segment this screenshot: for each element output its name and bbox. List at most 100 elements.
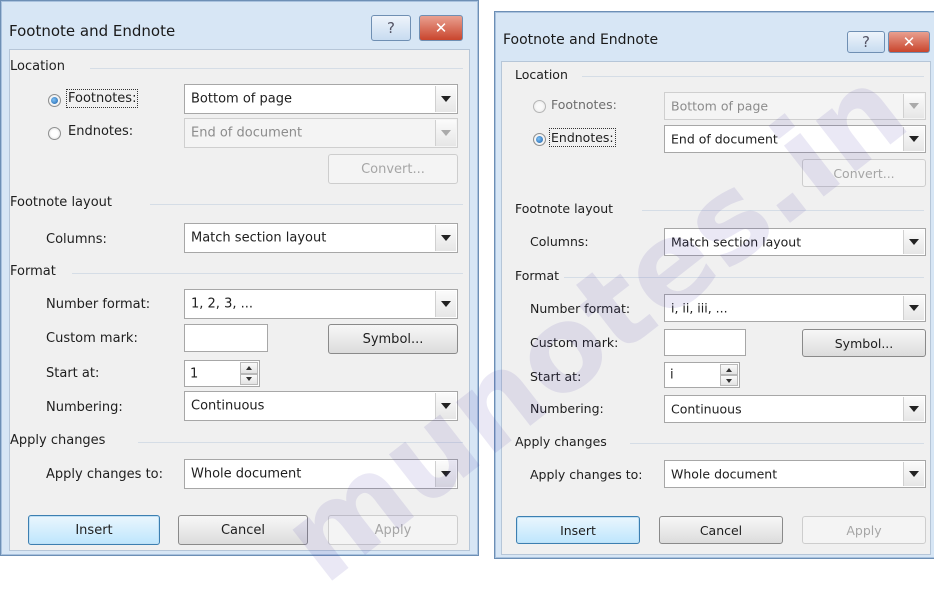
footnote-layout-group-label: Footnote layout xyxy=(515,201,614,216)
columns-label: Columns: xyxy=(530,234,589,249)
start-at-value: 1 xyxy=(190,366,199,381)
insert-button[interactable]: Insert xyxy=(516,516,640,544)
spin-down-icon[interactable] xyxy=(240,373,258,385)
group-divider xyxy=(150,204,463,205)
endnotes-radio[interactable] xyxy=(48,127,61,140)
custom-mark-label: Custom mark: xyxy=(530,335,619,350)
numbering-select[interactable]: Continuous xyxy=(664,395,926,423)
help-button[interactable]: ? xyxy=(371,15,411,41)
insert-button[interactable]: Insert xyxy=(28,515,160,545)
chevron-down-icon xyxy=(435,120,456,146)
spinner-buttons[interactable] xyxy=(240,362,258,385)
number-format-value: 1, 2, 3, ... xyxy=(191,296,254,312)
footnotes-position-select[interactable]: Bottom of page xyxy=(184,84,458,114)
symbol-button[interactable]: Symbol... xyxy=(328,324,458,354)
dialog-title: Footnote and Endnote xyxy=(9,22,176,40)
help-icon: ? xyxy=(387,19,395,37)
footnotes-position-value: Bottom of page xyxy=(671,98,769,114)
custom-mark-input[interactable] xyxy=(664,329,746,356)
insert-button-label: Insert xyxy=(560,522,596,538)
endnotes-position-value: End of document xyxy=(671,131,778,147)
apply-changes-to-select[interactable]: Whole document xyxy=(664,460,926,488)
symbol-button-label: Symbol... xyxy=(834,335,894,351)
number-format-select[interactable]: 1, 2, 3, ... xyxy=(184,289,458,319)
chevron-down-icon xyxy=(903,462,924,486)
spinner-buttons[interactable] xyxy=(720,364,738,386)
cancel-button-label: Cancel xyxy=(699,522,743,538)
group-divider xyxy=(630,443,924,444)
chevron-down-icon xyxy=(435,291,456,317)
endnotes-position-select[interactable]: End of document xyxy=(664,125,926,153)
location-group-label: Location xyxy=(515,67,568,82)
custom-mark-input[interactable] xyxy=(184,324,268,352)
chevron-down-icon xyxy=(903,94,924,118)
insert-button-label: Insert xyxy=(75,522,113,538)
footnotes-radio[interactable] xyxy=(533,100,546,113)
cancel-button-label: Cancel xyxy=(220,522,266,538)
footnotes-label: Footnotes: xyxy=(551,97,617,112)
endnotes-position-value: End of document xyxy=(191,125,303,141)
cancel-button[interactable]: Cancel xyxy=(659,516,783,544)
columns-value: Match section layout xyxy=(191,230,327,246)
close-icon: ✕ xyxy=(902,33,916,51)
footnotes-position-select[interactable]: Bottom of page xyxy=(664,92,926,120)
numbering-value: Continuous xyxy=(671,401,742,417)
numbering-value: Continuous xyxy=(191,398,265,414)
endnotes-label: Endnotes: xyxy=(549,128,616,147)
footnote-layout-group-label: Footnote layout xyxy=(10,195,113,210)
chevron-down-icon xyxy=(903,397,924,421)
group-divider xyxy=(72,273,463,274)
convert-button-label: Convert... xyxy=(361,161,425,177)
footnote-endnote-dialog-right: Footnote and Endnote ? ✕ Location Footno… xyxy=(494,11,934,559)
number-format-label: Number format: xyxy=(46,297,151,312)
symbol-button[interactable]: Symbol... xyxy=(802,329,926,357)
numbering-label: Numbering: xyxy=(530,401,604,416)
dialog-body: Location Footnotes: Bottom of page Endno… xyxy=(501,61,931,555)
apply-button[interactable]: Apply xyxy=(802,516,926,544)
convert-button[interactable]: Convert... xyxy=(802,159,926,187)
custom-mark-label: Custom mark: xyxy=(46,331,138,346)
chevron-down-icon xyxy=(435,461,456,487)
spin-up-icon[interactable] xyxy=(720,364,738,375)
start-at-spinner[interactable]: 1 xyxy=(184,360,260,387)
chevron-down-icon xyxy=(435,393,456,419)
apply-button-label: Apply xyxy=(374,522,412,538)
close-button[interactable]: ✕ xyxy=(419,15,463,41)
columns-select[interactable]: Match section layout xyxy=(664,228,926,256)
chevron-down-icon xyxy=(435,225,456,251)
columns-label: Columns: xyxy=(46,232,107,247)
footnotes-position-value: Bottom of page xyxy=(191,91,292,107)
close-button[interactable]: ✕ xyxy=(888,31,930,53)
group-divider xyxy=(642,210,924,211)
footnote-endnote-dialog-left: Footnote and Endnote ? ✕ Location Footno… xyxy=(0,0,479,556)
apply-changes-to-select[interactable]: Whole document xyxy=(184,459,458,489)
columns-select[interactable]: Match section layout xyxy=(184,223,458,253)
footnotes-radio[interactable] xyxy=(48,94,61,107)
convert-button[interactable]: Convert... xyxy=(328,154,458,184)
group-divider xyxy=(90,68,463,69)
chevron-down-icon xyxy=(903,127,924,151)
convert-button-label: Convert... xyxy=(833,165,895,181)
apply-changes-group-label: Apply changes xyxy=(515,434,607,449)
columns-value: Match section layout xyxy=(671,234,802,250)
numbering-select[interactable]: Continuous xyxy=(184,391,458,421)
spin-down-icon[interactable] xyxy=(720,375,738,386)
group-divider xyxy=(564,277,924,278)
cancel-button[interactable]: Cancel xyxy=(178,515,308,545)
endnotes-position-select[interactable]: End of document xyxy=(184,118,458,148)
spin-up-icon[interactable] xyxy=(240,362,258,374)
close-icon: ✕ xyxy=(434,19,448,37)
numbering-label: Numbering: xyxy=(46,400,123,415)
chevron-down-icon xyxy=(903,230,924,254)
help-button[interactable]: ? xyxy=(847,31,885,53)
title-bar[interactable]: Footnote and Endnote ? ✕ xyxy=(1,1,478,45)
title-bar[interactable]: Footnote and Endnote ? ✕ xyxy=(495,12,934,56)
apply-changes-to-value: Whole document xyxy=(671,466,778,482)
start-at-spinner[interactable]: i xyxy=(664,362,740,388)
start-at-label: Start at: xyxy=(46,366,100,381)
endnotes-radio[interactable] xyxy=(533,133,546,146)
number-format-label: Number format: xyxy=(530,301,631,316)
number-format-select[interactable]: i, ii, iii, ... xyxy=(664,294,926,322)
group-divider xyxy=(582,76,924,77)
apply-button[interactable]: Apply xyxy=(328,515,458,545)
